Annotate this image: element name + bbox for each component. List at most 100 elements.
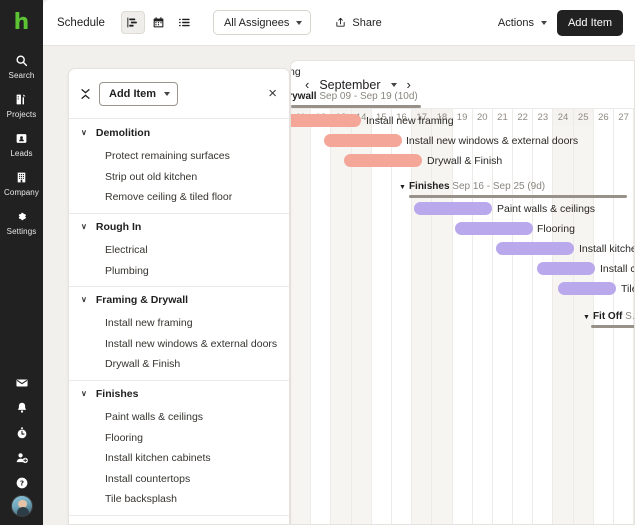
share-icon [335, 17, 346, 28]
gantt-task-bar[interactable] [455, 222, 533, 235]
sidebar-item-label: Projects [6, 110, 37, 119]
gantt-group-name: Finishes [408, 181, 450, 192]
task-row[interactable]: Flooring [69, 427, 289, 448]
sidebar-item-label: Company [4, 188, 39, 197]
mail-icon[interactable] [0, 370, 43, 395]
task-label: Install new windows & external doors [105, 337, 278, 350]
sidebar-item-projects[interactable]: Projects [0, 85, 43, 124]
task-label: Electrical [105, 244, 148, 257]
leads-icon [15, 131, 28, 146]
gantt-task-bar[interactable] [414, 202, 492, 215]
gantt-group-name: & Drywall [291, 91, 317, 102]
chevron-down-icon [296, 20, 303, 25]
app-logo[interactable]: h [0, 0, 43, 46]
task-label: Strip out old kitchen [105, 170, 198, 183]
task-row[interactable]: Remove ceiling & tiled floor [69, 187, 289, 208]
task-group-header[interactable]: ∨ Framing & Drywall [69, 285, 289, 313]
chevron-down-icon: ▼ [583, 314, 590, 321]
task-label: Paint walls & ceilings [105, 411, 204, 424]
gantt-task-label: Flooring [537, 223, 575, 235]
left-nav-rail: h Search Projects Leads Company Settings… [0, 0, 43, 525]
calendar-view-icon [152, 16, 165, 29]
task-row[interactable]: Electrical [69, 240, 289, 261]
gantt-view-button[interactable] [120, 11, 145, 34]
share-label: Share [352, 16, 382, 29]
task-group-header[interactable]: ∨ Finishes [69, 379, 289, 407]
chevron-down-icon: ∨ [81, 221, 87, 231]
gantt-task-bar[interactable] [291, 114, 361, 127]
gantt-task-label: Install count [600, 263, 634, 275]
task-label: Install kitchen cabinets [105, 452, 211, 465]
task-label: Install new framing [105, 317, 193, 330]
task-group-label: Framing & Drywall [95, 293, 189, 306]
gantt-task-label: Paint walls & ceilings [497, 203, 596, 215]
timer-icon[interactable] [0, 420, 43, 445]
task-list-panel: Add Item × ∨ Demolition Protect remaining … [68, 68, 290, 525]
gantt-group-name: Fit Off [592, 311, 623, 322]
task-group-header[interactable]: ∧Fit Off [69, 514, 289, 524]
gantt-task-bar[interactable] [558, 282, 616, 295]
gantt-task-label: Install new windows & external doors [406, 135, 579, 147]
logo-letter: h [13, 10, 30, 35]
sidebar-item-leads[interactable]: Leads [0, 124, 43, 163]
gantt-task-label: Drywall & Finish [427, 155, 503, 167]
gantt-task-label: Install kitchen cab [579, 243, 634, 255]
gantt-group-summary[interactable]: & Drywall Sep 09 - Sep 19 (10d) [291, 91, 418, 102]
task-label: Tile backsplash [105, 493, 177, 506]
task-row[interactable]: Plumbing [69, 260, 289, 281]
sidebar-item-search[interactable]: Search [0, 46, 43, 85]
assignees-filter-dropdown[interactable]: All Assignees [212, 10, 312, 35]
collapse-all-icon[interactable] [79, 88, 91, 100]
gantt-group-summary[interactable]: ▼ Finishes Sep 16 - Sep 25 (9d) [399, 181, 545, 192]
task-label: Install countertops [105, 472, 191, 485]
task-row[interactable]: Install new windows & external doors [69, 334, 289, 355]
gantt-group-summary[interactable]: ▼Fit Off S… [583, 311, 634, 322]
task-row[interactable]: Protect remaining surfaces [69, 146, 289, 167]
gantt-panel: ‹ September › 11121314151617181920212223… [290, 60, 635, 525]
task-row[interactable]: Tile backsplash [69, 489, 289, 510]
bell-icon[interactable] [0, 395, 43, 420]
svg-text:?: ? [19, 478, 23, 487]
sidebar-item-company[interactable]: Company [0, 163, 43, 202]
task-row[interactable]: Paint walls & ceilings [69, 407, 289, 428]
task-group-header[interactable]: ∨ Demolition [69, 119, 289, 146]
list-view-button[interactable] [173, 11, 197, 34]
task-label: Drywall & Finish [105, 358, 181, 371]
avatar[interactable] [10, 495, 33, 517]
gantt-task-bar[interactable] [324, 134, 402, 147]
task-group-header[interactable]: ∨ Rough In [69, 212, 289, 240]
calendar-view-button[interactable] [147, 11, 171, 34]
share-button[interactable]: Share [335, 16, 382, 29]
chevron-down-icon: ∨ [81, 294, 87, 304]
task-label: Flooring [105, 431, 143, 444]
help-icon[interactable]: ? [0, 470, 43, 495]
chevron-down-icon: ▼ [399, 184, 406, 191]
gantt-task-bar[interactable] [344, 154, 422, 167]
task-row[interactable]: Strip out old kitchen [69, 167, 289, 188]
gantt-group-rule [591, 325, 634, 328]
task-label: Plumbing [105, 264, 149, 277]
close-icon[interactable]: × [268, 86, 277, 101]
projects-icon [15, 92, 28, 107]
chevron-down-icon [540, 20, 547, 25]
task-list-add-item-button[interactable]: Add Item [99, 81, 179, 106]
top-toolbar: Schedule All Assignees Share Actions Add… [43, 0, 635, 46]
add-person-icon[interactable] [0, 445, 43, 470]
gantt-group-range: Sep 16 - Sep 25 (9d) [452, 181, 546, 192]
task-list-header: Add Item × [69, 69, 289, 119]
task-row[interactable]: Install countertops [69, 469, 289, 490]
gantt-group-rule [291, 105, 421, 108]
gantt-task-bar[interactable] [537, 262, 595, 275]
search-icon [15, 53, 28, 68]
gantt-task-bar[interactable] [496, 242, 574, 255]
task-row[interactable]: Drywall & Finish [69, 354, 289, 375]
add-item-button[interactable]: Add Item [556, 9, 623, 36]
task-group-label: Demolition [95, 126, 151, 139]
task-row[interactable]: Install kitchen cabinets [69, 448, 289, 469]
gantt-group-rule [409, 195, 627, 198]
sidebar-item-settings[interactable]: Settings [0, 202, 43, 241]
chevron-down-icon [164, 91, 171, 96]
task-row[interactable]: Install new framing [69, 313, 289, 334]
actions-dropdown[interactable]: Actions [498, 17, 547, 29]
list-view-icon [178, 16, 191, 29]
